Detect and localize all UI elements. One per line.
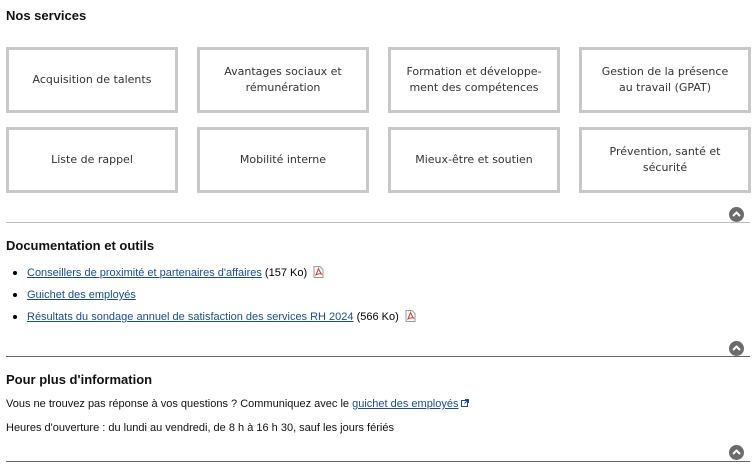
info-hours: Heures d'ouverture : du lundi au vendred…	[6, 422, 394, 434]
link-conseillers-proximite[interactable]: Conseillers de proximité et partenaires …	[27, 267, 262, 279]
documentation-title: Documentation et outils	[6, 238, 155, 253]
section-divider	[6, 222, 750, 223]
file-size: (157 Ko)	[261, 267, 308, 279]
pdf-icon[interactable]	[405, 310, 416, 323]
tile-avantages-sociaux[interactable]: Avantages sociaux et rémunération	[197, 47, 369, 113]
list-item: Conseillers de proximité et partenaires …	[8, 262, 416, 284]
back-to-top-button[interactable]	[729, 341, 744, 356]
tile-liste-rappel[interactable]: Liste de rappel	[6, 127, 178, 193]
info-question-text: Vous ne trouvez pas réponse à vos questi…	[6, 398, 353, 410]
file-size: (566 Ko)	[353, 311, 399, 323]
tile-formation-developpement[interactable]: Formation et développe- ment des compéte…	[388, 47, 560, 113]
link-guichet-employes[interactable]: Guichet des employés	[27, 289, 136, 301]
documentation-list: Conseillers de proximité et partenaires …	[8, 262, 416, 328]
external-link-icon[interactable]	[460, 399, 469, 408]
back-to-top-button[interactable]	[729, 445, 744, 460]
info-question: Vous ne trouvez pas réponse à vos questi…	[6, 398, 469, 410]
chevron-up-circle-icon	[732, 449, 741, 455]
section-divider	[6, 461, 750, 462]
link-resultats-sondage[interactable]: Résultats du sondage annuel de satisfact…	[27, 311, 354, 323]
chevron-up-circle-icon	[732, 211, 741, 217]
tile-prevention-sante[interactable]: Prévention, santé et sécurité	[579, 127, 751, 193]
tile-mieux-etre[interactable]: Mieux-être et soutien	[388, 127, 560, 193]
link-guichet-employes-info[interactable]: guichet des employés	[352, 398, 458, 410]
tile-mobilite-interne[interactable]: Mobilité interne	[197, 127, 369, 193]
services-title: Nos services	[6, 8, 87, 23]
section-divider	[6, 356, 750, 357]
tile-acquisition-talents[interactable]: Acquisition de talents	[6, 47, 178, 113]
pdf-icon[interactable]	[313, 266, 324, 279]
chevron-up-circle-icon	[732, 345, 741, 351]
info-title: Pour plus d'information	[6, 372, 153, 387]
list-item: Résultats du sondage annuel de satisfact…	[8, 306, 416, 328]
bullet	[13, 315, 17, 319]
bullet	[13, 271, 17, 275]
back-to-top-button[interactable]	[729, 207, 744, 222]
list-item: Guichet des employés	[8, 284, 416, 306]
tile-gestion-presence[interactable]: Gestion de la présence au travail (GPAT)	[579, 47, 751, 113]
bullet	[13, 293, 17, 297]
